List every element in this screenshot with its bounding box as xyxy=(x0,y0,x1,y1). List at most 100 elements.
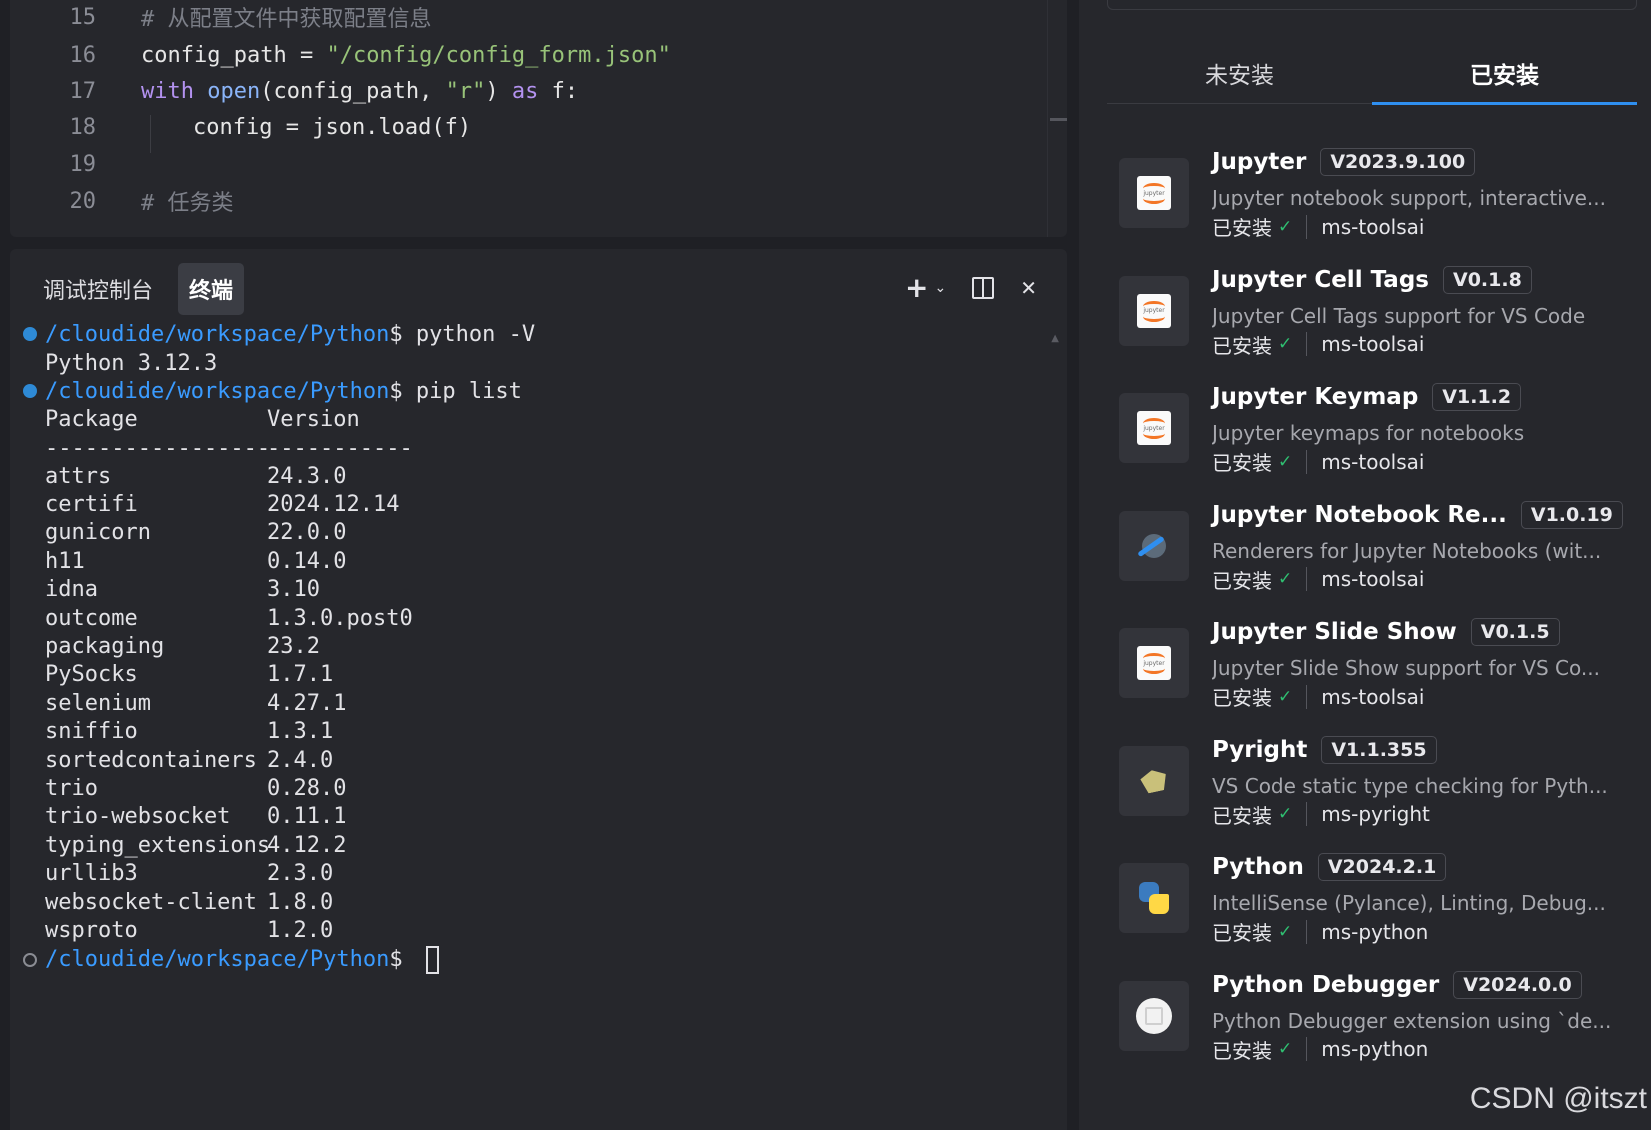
extension-item[interactable]: jupyter Jupyter Keymap V1.1.2 Jupyter keyma… xyxy=(1119,383,1639,493)
package-name: packaging xyxy=(45,633,165,659)
line-number: 18 xyxy=(69,114,97,140)
extension-item[interactable]: Jupyter Notebook Re... V1.0.19 Renderers f… xyxy=(1119,500,1639,611)
package-row: gunicorn 22.0.0 xyxy=(45,518,346,548)
tab-debug-console[interactable]: 调试控制台 xyxy=(32,263,164,315)
line-number: 15 xyxy=(69,4,97,30)
new-terminal-button[interactable]: + ⌄ xyxy=(905,271,946,304)
package-row: trio 0.28.0 xyxy=(45,773,346,803)
package-row: sniffio 1.3.1 xyxy=(45,717,333,747)
package-name: attrs xyxy=(45,463,112,489)
code-line: 20 # 任务类 xyxy=(10,182,1067,220)
install-status: 已安装 xyxy=(1212,803,1272,828)
line-number: 20 xyxy=(69,188,97,214)
package-version: 1.3.1 xyxy=(267,719,334,745)
extension-search-input[interactable] xyxy=(1107,0,1637,10)
package-row: urllib3 2.3.0 xyxy=(45,859,333,889)
tab-installed[interactable]: 已安装 xyxy=(1372,48,1637,105)
extension-item[interactable]: Python Debugger V2024.0.0 Python Debugger … xyxy=(1119,970,1639,1081)
extension-description: Jupyter Slide Show support for VS Co... xyxy=(1212,656,1600,680)
code-text: config_path = "/config/config_form.json" xyxy=(141,42,671,68)
package-version: 23.2 xyxy=(267,633,320,659)
close-icon: ✕ xyxy=(1020,275,1037,300)
split-terminal-button[interactable] xyxy=(972,276,995,299)
extension-item[interactable]: Python V2024.2.1 IntelliSense (Pylance), L… xyxy=(1119,853,1639,963)
package-row: wsproto 1.2.0 xyxy=(45,915,333,945)
extension-item[interactable]: jupyter Jupyter Slide Show V0.1.5 Jupyter S… xyxy=(1119,618,1639,728)
package-row: h11 0.14.0 xyxy=(45,546,346,576)
publisher: ms-toolsai xyxy=(1321,332,1425,356)
terminal-panel[interactable]: 调试控制台 终端 + ⌄ ✕ ▲ /cloudide/workspace/Pyt… xyxy=(10,249,1067,1130)
publisher: ms-pyright xyxy=(1321,802,1430,826)
version-badge: V2024.2.1 xyxy=(1317,853,1447,881)
jupyter-logo: jupyter xyxy=(1137,646,1171,680)
check-icon: ✓ xyxy=(1278,451,1293,472)
code-editor[interactable]: 15 # 从配置文件中获取配置信息 16 config_path = "/con… xyxy=(10,0,1067,237)
install-status: 已安装 xyxy=(1212,333,1272,358)
version-badge: V1.1.355 xyxy=(1321,735,1437,764)
package-version: 22.0.0 xyxy=(267,520,347,546)
package-version: 2.4.0 xyxy=(267,747,334,773)
command-status-icon xyxy=(23,384,37,398)
close-panel-button[interactable]: ✕ xyxy=(1020,276,1037,300)
package-name: selenium xyxy=(45,690,151,716)
check-icon: ✓ xyxy=(1278,686,1293,707)
version-badge: V1.0.19 xyxy=(1520,500,1623,529)
package-version: 1.2.0 xyxy=(267,917,334,943)
tab-not-installed[interactable]: 未安装 xyxy=(1107,48,1372,103)
command-status-icon xyxy=(23,327,37,341)
jupyter-logo: jupyter xyxy=(1137,293,1171,328)
install-status: 已安装 xyxy=(1212,568,1272,593)
scroll-up-icon[interactable]: ▲ xyxy=(1051,333,1059,344)
package-row: PySocks 1.7.1 xyxy=(45,660,333,690)
extension-title-row: Python Debugger V2024.0.0 xyxy=(1212,970,1582,999)
jupyter-icon: jupyter xyxy=(1119,158,1189,228)
publisher: ms-toolsai xyxy=(1321,449,1425,474)
code-text: with open(config_path, "r") as f: xyxy=(141,78,579,104)
package-row: attrs 24.3.0 xyxy=(45,461,346,491)
editor-scrollbar[interactable] xyxy=(1047,0,1067,237)
extension-item[interactable]: Pyright V1.1.355 VS Code static type check… xyxy=(1119,735,1639,846)
check-icon: ✓ xyxy=(1278,569,1293,589)
extension-item[interactable]: jupyter Jupyter Cell Tags V0.1.8 Jupyter Ce… xyxy=(1119,265,1639,376)
version-badge: V0.1.5 xyxy=(1470,618,1560,646)
tab-terminal[interactable]: 终端 xyxy=(178,263,245,315)
meta-divider xyxy=(1306,1037,1308,1061)
pyright-icon xyxy=(1119,745,1189,816)
extension-meta: 已安装 ✓ ms-toolsai xyxy=(1212,330,1424,359)
extension-meta: 已安装 ✓ ms-toolsai xyxy=(1212,447,1424,476)
package-name: h11 xyxy=(45,548,85,574)
package-row: packaging 23.2 xyxy=(45,631,320,661)
code-comment: # 从配置文件中获取配置信息 xyxy=(141,7,432,32)
code-line: 17 with open(config_path, "r") as f: xyxy=(10,72,1067,110)
extension-title-row: Jupyter Slide Show V0.1.5 xyxy=(1212,618,1560,646)
code-line: 19 xyxy=(10,145,1067,183)
publisher: ms-toolsai xyxy=(1321,684,1425,709)
package-row: websocket-client 1.8.0 xyxy=(45,887,333,917)
terminal-toolbar: + ⌄ ✕ xyxy=(905,271,1037,304)
split-icon xyxy=(972,276,995,299)
extension-name: Python Debugger xyxy=(1212,971,1440,998)
renderer-icon xyxy=(1119,510,1189,581)
package-name: sortedcontainers xyxy=(45,747,257,773)
code-line: 15 # 从配置文件中获取配置信息 xyxy=(10,0,1067,36)
extension-title-row: Python V2024.2.1 xyxy=(1212,853,1447,881)
extension-name: Jupyter Cell Tags xyxy=(1212,266,1429,293)
extension-title-row: Jupyter V2023.9.100 xyxy=(1212,148,1476,176)
install-status: 已安装 xyxy=(1212,686,1272,710)
package-version: 0.14.0 xyxy=(267,548,347,574)
python-logo xyxy=(1136,880,1172,916)
extension-name: Jupyter Slide Show xyxy=(1212,619,1457,645)
extension-item[interactable]: jupyter Jupyter V2023.9.100 Jupyter noteboo… xyxy=(1119,148,1639,258)
extension-meta: 已安装 ✓ ms-pyright xyxy=(1212,800,1430,829)
extension-meta: 已安装 ✓ ms-toolsai xyxy=(1212,682,1424,711)
meta-divider xyxy=(1306,919,1308,944)
watermark: CSDN @itszt xyxy=(1469,1082,1647,1115)
prompt-line: /cloudide/workspace/Python $ python -V xyxy=(23,319,535,349)
publisher: ms-python xyxy=(1321,1037,1429,1061)
command-status-icon xyxy=(23,952,37,967)
meta-divider xyxy=(1306,449,1308,474)
meta-divider xyxy=(1306,684,1308,709)
extension-title-row: Jupyter Cell Tags V0.1.8 xyxy=(1212,265,1532,294)
jupyter-logo: jupyter xyxy=(1137,411,1171,445)
extension-name: Pyright xyxy=(1212,736,1308,763)
